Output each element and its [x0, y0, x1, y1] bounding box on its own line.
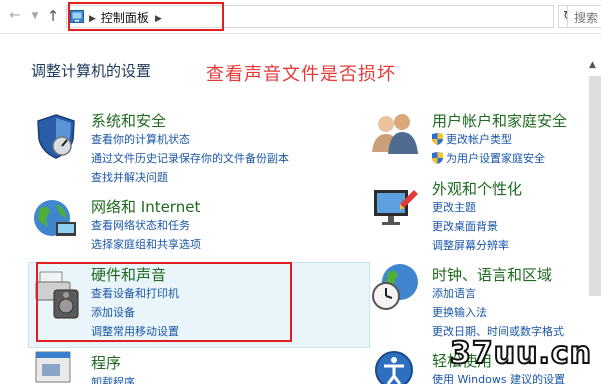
- link-file-history-backup[interactable]: 通过文件历史记录保存你的文件备份副本: [91, 150, 289, 166]
- category-title-network[interactable]: 网络和 Internet: [91, 196, 200, 217]
- category-title-system-security[interactable]: 系统和安全: [91, 110, 166, 131]
- hardware-highlight-box: [36, 262, 292, 342]
- link-desktop-background[interactable]: 更改桌面背景: [432, 218, 498, 234]
- control-panel-window: ← ▼ ↑ ▶控制面板▶ ⌄ ↻ 搜索 调整计算机的设置 查看声音文件是否损坏 …: [0, 0, 601, 384]
- up-arrow-icon[interactable]: ↑: [44, 6, 62, 26]
- clock-globe-icon: [372, 264, 418, 310]
- link-homegroup-sharing[interactable]: 选择家庭组和共享选项: [91, 236, 201, 252]
- network-globe-icon: [34, 200, 76, 236]
- link-family-safety[interactable]: 为用户设置家庭安全: [432, 150, 545, 166]
- category-title-clock-region[interactable]: 时钟、语言和区域: [432, 264, 552, 285]
- scroll-up-icon[interactable]: ▲: [589, 60, 596, 70]
- link-label: 更改帐户类型: [446, 133, 512, 146]
- link-add-language[interactable]: 添加语言: [432, 285, 476, 301]
- annotation-text: 查看声音文件是否损坏: [206, 64, 396, 85]
- link-change-theme[interactable]: 更改主题: [432, 199, 476, 215]
- search-input[interactable]: 搜索: [567, 5, 601, 28]
- scrollbar-thumb[interactable]: [589, 76, 601, 296]
- category-title-appearance[interactable]: 外观和个性化: [432, 178, 522, 199]
- search-placeholder: 搜索: [574, 11, 599, 25]
- watermark-logo: 37uu.cn: [449, 335, 592, 372]
- uac-shield-icon: [432, 133, 443, 145]
- appearance-icon: [374, 190, 418, 225]
- programs-icon: [35, 351, 71, 383]
- link-troubleshoot[interactable]: 查找并解决问题: [91, 169, 168, 185]
- users-icon: [372, 114, 418, 154]
- link-windows-recommended-settings[interactable]: 使用 Windows 建议的设置: [432, 371, 565, 384]
- uac-shield-icon: [432, 152, 443, 164]
- address-bar-row: ← ▼ ↑ ▶控制面板▶ ⌄ ↻ 搜索: [0, 0, 601, 34]
- recent-dropdown-icon[interactable]: ▼: [26, 6, 44, 26]
- back-arrow-icon[interactable]: ←: [6, 6, 24, 26]
- ease-of-access-icon: [375, 351, 413, 384]
- address-highlight-box: [68, 2, 224, 31]
- link-view-computer-status[interactable]: 查看你的计算机状态: [91, 131, 190, 147]
- link-change-account-type[interactable]: 更改帐户类型: [432, 131, 512, 147]
- category-title-user-accounts[interactable]: 用户帐户和家庭安全: [432, 110, 567, 131]
- page-title: 调整计算机的设置: [31, 62, 152, 80]
- link-network-status[interactable]: 查看网络状态和任务: [91, 217, 190, 233]
- shield-icon: [37, 114, 75, 159]
- link-screen-resolution[interactable]: 调整屏幕分辨率: [432, 237, 509, 253]
- link-label: 为用户设置家庭安全: [446, 152, 545, 165]
- link-change-input-method[interactable]: 更换输入法: [432, 304, 487, 320]
- link-uninstall-program[interactable]: 卸载程序: [91, 374, 135, 384]
- category-title-programs[interactable]: 程序: [91, 352, 121, 373]
